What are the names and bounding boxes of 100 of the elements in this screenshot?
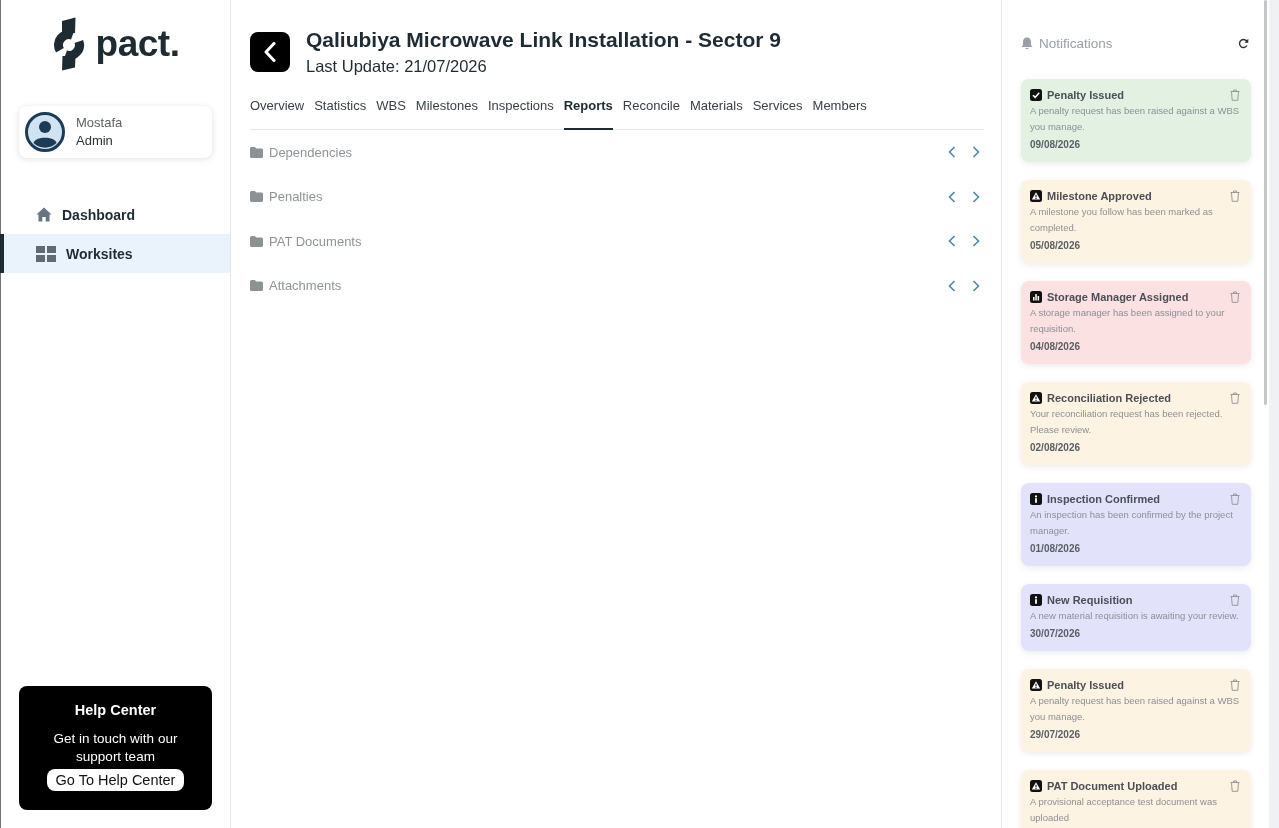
delete-button[interactable] bbox=[1230, 89, 1240, 101]
chevron-left-icon bbox=[948, 235, 956, 248]
next-button[interactable] bbox=[972, 146, 980, 159]
folder-icon bbox=[250, 191, 263, 203]
delete-button[interactable] bbox=[1230, 780, 1240, 792]
notification-text: A penalty request has been raised against a WBS you manage. bbox=[1030, 104, 1241, 134]
next-button[interactable] bbox=[972, 279, 980, 292]
notification-title: Inspection Confirmed bbox=[1047, 492, 1162, 506]
delete-button[interactable] bbox=[1230, 190, 1240, 202]
bell-icon bbox=[1021, 36, 1033, 50]
info-icon bbox=[1030, 493, 1042, 505]
delete-button[interactable] bbox=[1230, 679, 1240, 691]
warning-icon bbox=[1030, 679, 1042, 691]
help-center-button[interactable]: Go To Help Center bbox=[46, 769, 185, 791]
logo-icon bbox=[51, 16, 86, 71]
notification-text: A new material requisition is awaiting your review. bbox=[1030, 609, 1240, 623]
notification-date: 01/08/2026 bbox=[1030, 542, 1082, 556]
notification-card[interactable]: Penalty Issued A penalty request has been raised against a WBS you manage. 09/08/2026 bbox=[1021, 79, 1251, 162]
previous-button[interactable] bbox=[948, 190, 956, 203]
trash-icon bbox=[1230, 291, 1240, 303]
tab[interactable]: Materials bbox=[689, 90, 743, 130]
notification-text: A provisional acceptance test document was uploaded bbox=[1030, 795, 1218, 825]
notification-date: 29/07/2026 bbox=[1030, 728, 1082, 742]
back-button[interactable] bbox=[250, 32, 290, 72]
previous-button[interactable] bbox=[948, 279, 956, 292]
home-icon bbox=[36, 207, 52, 222]
scrollbar-thumb[interactable] bbox=[1264, 0, 1267, 405]
delete-button[interactable] bbox=[1230, 594, 1240, 606]
notification-date: 09/08/2026 bbox=[1030, 138, 1082, 152]
user-card[interactable]: Mostafa Admin bbox=[19, 106, 212, 158]
warning-icon bbox=[1030, 190, 1042, 202]
info-icon bbox=[1030, 594, 1042, 606]
tab[interactable]: WBS bbox=[376, 90, 406, 130]
refresh-button[interactable] bbox=[1238, 37, 1249, 49]
warning-icon bbox=[1030, 392, 1042, 404]
tab[interactable]: Reconcile bbox=[622, 90, 680, 130]
refresh-icon bbox=[1238, 37, 1249, 49]
notification-card[interactable]: Milestone Approved A milestone you follow has been marked as completed. 05/08/2026 bbox=[1021, 180, 1251, 263]
delete-button[interactable] bbox=[1230, 493, 1240, 505]
notification-card[interactable]: PAT Document Uploaded A provisional acceptance test document was uploaded bbox=[1021, 770, 1251, 828]
nav-item[interactable]: Worksites bbox=[0, 234, 230, 273]
trash-icon bbox=[1230, 594, 1240, 606]
chevron-right-icon bbox=[972, 190, 980, 203]
tab[interactable]: Inspections bbox=[487, 90, 554, 130]
chevron-right-icon bbox=[972, 279, 980, 292]
chevron-left-icon bbox=[264, 42, 276, 62]
tab[interactable]: Reports bbox=[563, 90, 613, 130]
delete-button[interactable] bbox=[1230, 291, 1240, 303]
notification-date: 30/07/2026 bbox=[1030, 627, 1082, 641]
tab[interactable]: Members bbox=[812, 90, 867, 130]
trash-icon bbox=[1230, 392, 1240, 404]
tab[interactable]: Milestones bbox=[415, 90, 478, 130]
folder-icon bbox=[250, 235, 263, 247]
notification-text: A penalty request has been raised against a WBS you manage. bbox=[1030, 694, 1241, 724]
notification-text: A storage manager has been assigned to your requisition. bbox=[1030, 306, 1226, 336]
chevron-left-icon bbox=[948, 146, 956, 159]
trash-icon bbox=[1230, 780, 1240, 792]
user-name: Mostafa bbox=[76, 114, 123, 132]
delete-button[interactable] bbox=[1230, 392, 1240, 404]
notification-card[interactable]: New Requisition A new material requisition is awaiting your review. 30/07/2026 bbox=[1021, 584, 1251, 651]
bar-chart-icon bbox=[1030, 291, 1042, 303]
notification-card[interactable]: Penalty Issued A penalty request has been raised against a WBS you manage. 29/07/2026 bbox=[1021, 669, 1251, 752]
previous-button[interactable] bbox=[948, 235, 956, 248]
logo-text: pact. bbox=[95, 23, 180, 64]
last-update: Last Update: 21/07/2026 bbox=[306, 56, 488, 77]
trash-icon bbox=[1230, 89, 1240, 101]
notification-date: 05/08/2026 bbox=[1030, 239, 1082, 253]
notifications-title: Notifications bbox=[1039, 35, 1114, 51]
check-icon bbox=[1030, 89, 1042, 101]
notification-card[interactable]: Inspection Confirmed An inspection has been confirmed by the project manager. 01/08/2026 bbox=[1021, 483, 1251, 566]
trash-icon bbox=[1230, 493, 1240, 505]
notification-text: Your reconciliation request has been rejected. Please review. bbox=[1030, 407, 1224, 437]
notification-card[interactable]: Storage Manager Assigned A storage manager has been assigned to your requisition. 04/08/2026 bbox=[1021, 281, 1251, 364]
folder-icon bbox=[250, 146, 263, 158]
chevron-right-icon bbox=[972, 235, 980, 248]
notification-title: Storage Manager Assigned bbox=[1047, 290, 1190, 304]
notification-title: Milestone Approved bbox=[1047, 189, 1153, 203]
tab[interactable]: Services bbox=[752, 90, 803, 130]
notification-title: PAT Document Uploaded bbox=[1047, 779, 1179, 793]
notification-date: 04/08/2026 bbox=[1030, 340, 1082, 354]
next-button[interactable] bbox=[972, 235, 980, 248]
trash-icon bbox=[1230, 190, 1240, 202]
notification-title: Penalty Issued bbox=[1047, 88, 1126, 102]
chevron-left-icon bbox=[948, 190, 956, 203]
help-title: Help Center bbox=[74, 702, 157, 718]
next-button[interactable] bbox=[972, 190, 980, 203]
chevron-left-icon bbox=[948, 279, 956, 292]
notification-card[interactable]: Reconciliation Rejected Your reconciliation request has been rejected. Please review. 02/08/2026 bbox=[1021, 382, 1251, 465]
page-title: Qaliubiya Microwave Link Installation - Sector 9 bbox=[306, 27, 781, 53]
chevron-right-icon bbox=[972, 146, 980, 159]
help-text: Get in touch with our support team bbox=[52, 730, 179, 766]
nav-item[interactable]: Dashboard bbox=[0, 195, 230, 234]
tab[interactable]: Overview bbox=[250, 90, 305, 130]
notification-title: New Requisition bbox=[1047, 593, 1134, 607]
notification-title: Reconciliation Rejected bbox=[1047, 391, 1173, 405]
notification-title: Penalty Issued bbox=[1047, 678, 1126, 692]
tab[interactable]: Statistics bbox=[314, 90, 367, 130]
notification-text: An inspection has been confirmed by the project manager. bbox=[1030, 508, 1234, 538]
previous-button[interactable] bbox=[948, 146, 956, 159]
grid-icon bbox=[36, 245, 56, 262]
